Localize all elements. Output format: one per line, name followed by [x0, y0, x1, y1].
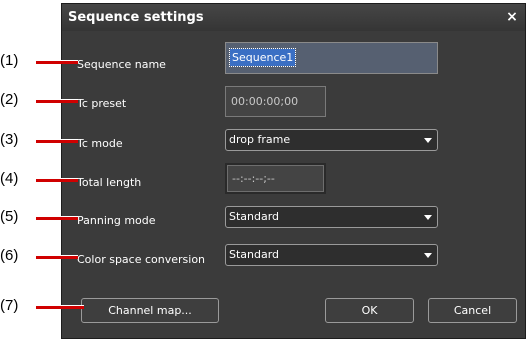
- tc-preset-input[interactable]: 00:00:00;00: [225, 86, 326, 117]
- chevron-down-icon: [424, 253, 432, 258]
- sequence-name-input[interactable]: Sequence1: [225, 42, 438, 74]
- color-space-select[interactable]: Standard: [225, 244, 438, 266]
- ok-button[interactable]: OK: [325, 298, 414, 323]
- channel-map-button[interactable]: Channel map...: [81, 298, 219, 323]
- callout-1: (1): [0, 52, 19, 69]
- panning-mode-value: Standard: [229, 210, 280, 223]
- callout-4: (4): [0, 170, 19, 187]
- sequence-name-label: Sequence name: [77, 58, 166, 71]
- chevron-down-icon: [424, 138, 432, 143]
- callout-5: (5): [0, 208, 19, 225]
- callout-2: (2): [0, 91, 19, 108]
- callout-6: (6): [0, 247, 19, 264]
- panning-mode-label: Panning mode: [77, 214, 156, 227]
- dialog-title: Sequence settings: [68, 10, 204, 25]
- cancel-button[interactable]: Cancel: [428, 298, 517, 323]
- chevron-down-icon: [424, 215, 432, 220]
- callout-7: (7): [0, 297, 19, 314]
- total-length-label: Total length: [77, 176, 142, 189]
- sequence-settings-dialog: Sequence settings × Sequence name Sequen…: [61, 3, 526, 339]
- callout-3: (3): [0, 131, 19, 148]
- tc-preset-label: Tc preset: [77, 97, 127, 110]
- color-space-label: Color space conversion: [77, 253, 206, 266]
- title-bar: Sequence settings ×: [62, 4, 525, 31]
- panning-mode-select[interactable]: Standard: [225, 206, 438, 228]
- tc-mode-value: drop frame: [229, 133, 291, 146]
- total-length-field: --:--:--;--: [225, 163, 326, 194]
- close-icon[interactable]: ×: [504, 8, 520, 26]
- tc-mode-label: Tc mode: [77, 137, 123, 150]
- tc-mode-select[interactable]: drop frame: [225, 129, 438, 151]
- color-space-value: Standard: [229, 248, 280, 261]
- sequence-name-value: Sequence1: [228, 48, 297, 67]
